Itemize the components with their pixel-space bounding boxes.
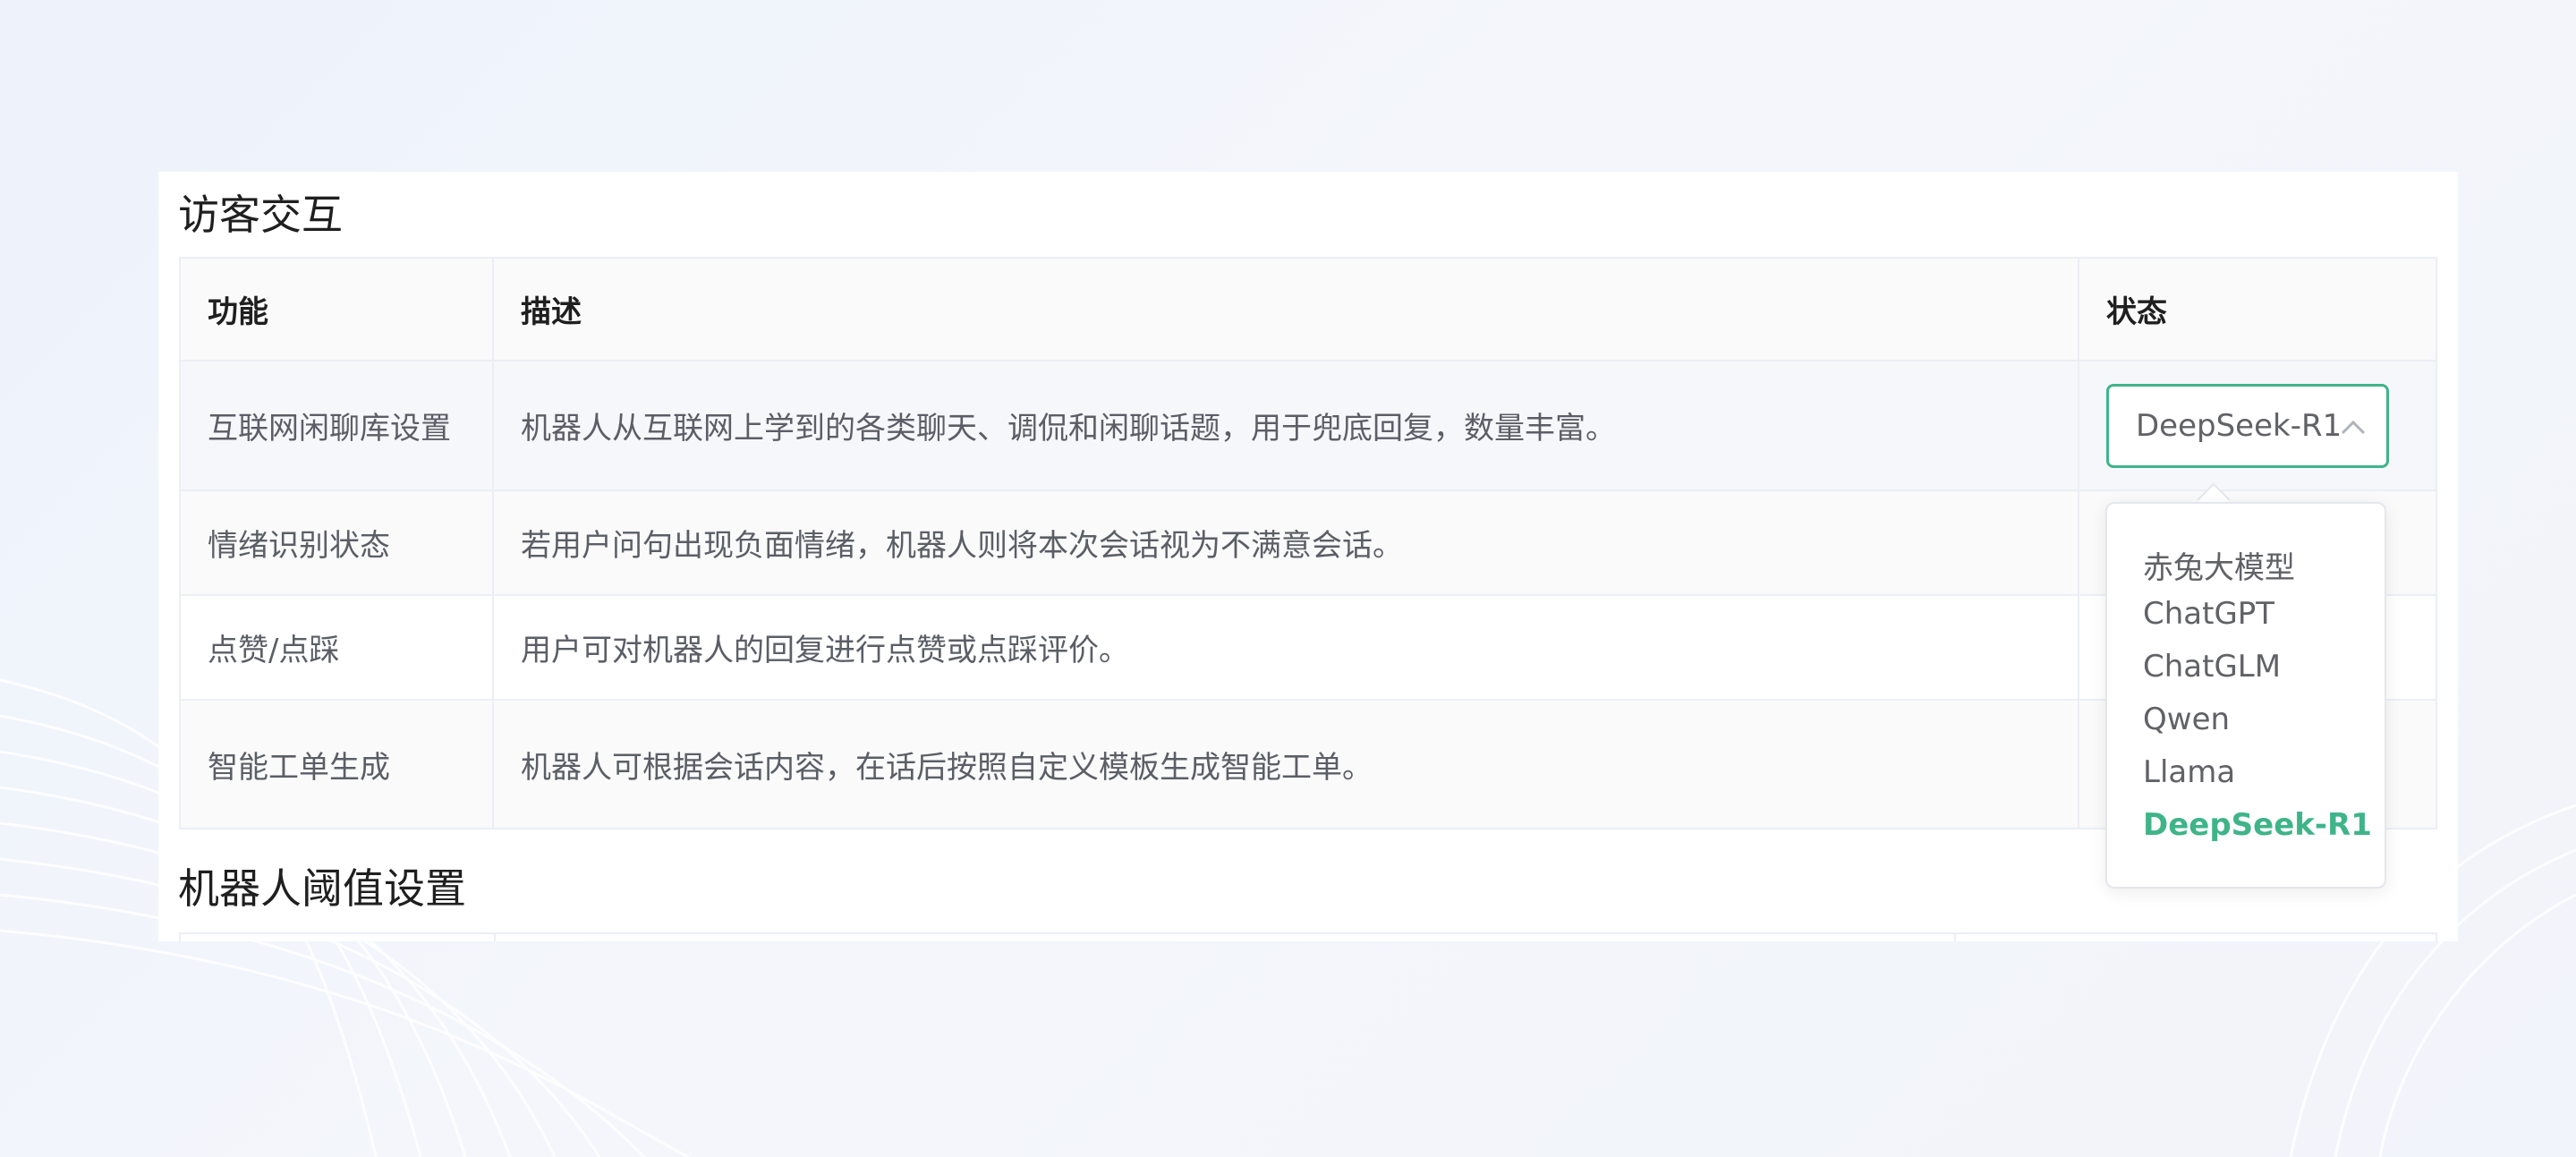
feature-cell: 互联网闲聊库设置 [181, 362, 494, 489]
dropdown-option[interactable]: 赤兔大模型 [2143, 543, 2295, 587]
dropdown-option[interactable]: Llama [2143, 754, 2235, 790]
dropdown-option-selected[interactable]: DeepSeek-R1 [2143, 807, 2372, 843]
model-dropdown-menu: 赤兔大模型 ChatGPT ChatGLM Qwen Llama DeepSee… [2105, 502, 2386, 889]
dropdown-option[interactable]: ChatGPT [2143, 596, 2274, 632]
description-cell: 机器人从互联网上学到的各类聊天、调侃和闲聊话题，用于兜底回复，数量丰富。 [494, 362, 2079, 489]
dropdown-option[interactable]: ChatGLM [2143, 649, 2281, 685]
section-title-visitor-interaction: 访客交互 [178, 191, 343, 239]
description-cell: 若用户问句出现负面情绪，机器人则将本次会话视为不满意会话。 [494, 491, 2079, 594]
section-title-robot-threshold: 机器人阈值设置 [178, 864, 466, 913]
feature-cell: 智能工单生成 [181, 701, 494, 828]
header-feature: 功能 [181, 259, 494, 360]
description-cell: 机器人可根据会话内容，在话后按照自定义模板生成智能工单。 [494, 701, 2079, 828]
chevron-up-icon [2341, 420, 2366, 434]
table-row: 情绪识别状态 若用户问句出现负面情绪，机器人则将本次会话视为不满意会话。 [181, 491, 2436, 596]
model-select-value: DeepSeek-R1 [2136, 407, 2342, 444]
table-row: 智能工单生成 机器人可根据会话内容，在话后按照自定义模板生成智能工单。 [181, 701, 2436, 828]
threshold-table [179, 932, 2437, 941]
table-row: 点赞/点踩 用户可对机器人的回复进行点赞或点踩评价。 [181, 596, 2436, 701]
description-cell: 用户可对机器人的回复进行点赞或点踩评价。 [494, 596, 2079, 699]
feature-table: 功能 描述 状态 互联网闲聊库设置 机器人从互联网上学到的各类聊天、调侃和闲聊话… [179, 257, 2437, 829]
dropdown-option[interactable]: Qwen [2143, 702, 2230, 737]
table-row: 互联网闲聊库设置 机器人从互联网上学到的各类聊天、调侃和闲聊话题，用于兜底回复，… [181, 362, 2436, 491]
header-description: 描述 [494, 259, 2079, 360]
status-cell: DeepSeek-R1 [2079, 362, 2436, 489]
header-status: 状态 [2106, 294, 2167, 330]
table-header-row: 功能 描述 状态 [181, 259, 2436, 362]
feature-cell: 情绪识别状态 [181, 491, 494, 594]
feature-cell: 点赞/点踩 [181, 596, 494, 699]
model-select[interactable]: DeepSeek-R1 [2106, 383, 2389, 468]
